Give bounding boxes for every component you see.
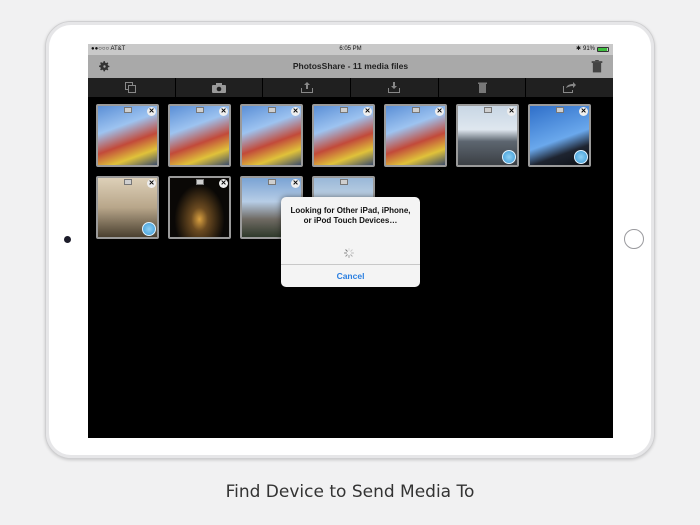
media-thumbnail[interactable]: ✕ bbox=[168, 176, 231, 239]
remove-icon[interactable]: ✕ bbox=[147, 179, 156, 188]
status-carrier: ●●○○○ AT&T bbox=[91, 46, 126, 52]
video-play-icon bbox=[502, 150, 516, 164]
remove-icon[interactable]: ✕ bbox=[507, 107, 516, 116]
video-badge-icon bbox=[484, 107, 492, 113]
trash-icon bbox=[477, 82, 487, 93]
remove-icon[interactable]: ✕ bbox=[363, 107, 372, 116]
bluetooth-icon: ✱ bbox=[575, 46, 581, 52]
spinner-icon bbox=[344, 248, 354, 258]
photo-badge-icon bbox=[268, 107, 276, 113]
download-icon bbox=[388, 82, 401, 93]
home-button[interactable] bbox=[624, 229, 644, 249]
media-thumbnail[interactable]: ✕ bbox=[168, 104, 231, 167]
photo-badge-icon bbox=[340, 179, 348, 185]
photo-badge-icon bbox=[196, 179, 204, 185]
status-bar: 6:05 PM ●●○○○ AT&T ✱ 91% bbox=[88, 44, 613, 55]
video-badge-icon bbox=[268, 179, 276, 185]
video-badge-icon bbox=[556, 107, 564, 113]
remove-icon[interactable]: ✕ bbox=[579, 107, 588, 116]
camera-icon bbox=[212, 82, 226, 93]
media-thumbnail[interactable]: ✕ bbox=[96, 176, 159, 239]
cancel-button[interactable]: Cancel bbox=[281, 265, 420, 287]
battery-percent: 91% bbox=[582, 46, 595, 52]
nav-bar: PhotosShare - 11 media files bbox=[88, 55, 613, 78]
front-camera bbox=[64, 236, 71, 243]
copy-button[interactable] bbox=[88, 78, 176, 97]
camera-button[interactable] bbox=[175, 78, 264, 97]
remove-icon[interactable]: ✕ bbox=[219, 179, 228, 188]
upload-button[interactable] bbox=[263, 78, 352, 97]
copy-icon bbox=[125, 82, 137, 93]
dialog-message: Looking for Other iPad, iPhone, or iPod … bbox=[290, 206, 411, 225]
video-play-icon bbox=[574, 150, 588, 164]
status-right: ✱ 91% bbox=[576, 44, 609, 55]
photo-badge-icon bbox=[340, 107, 348, 113]
caption: Find Device to Send Media To bbox=[225, 482, 475, 502]
trash-icon[interactable] bbox=[591, 60, 603, 73]
ipad-frame: 6:05 PM ●●○○○ AT&T ✱ 91% PhotosShare - 1… bbox=[45, 21, 655, 459]
media-thumbnail[interactable]: ✕ bbox=[456, 104, 519, 167]
remove-icon[interactable]: ✕ bbox=[219, 107, 228, 116]
action-toolbar bbox=[88, 78, 613, 97]
status-time: 6:05 PM bbox=[339, 46, 362, 52]
media-thumbnail[interactable]: ✕ bbox=[384, 104, 447, 167]
photo-badge-icon bbox=[412, 107, 420, 113]
media-thumbnail[interactable]: ✕ bbox=[240, 104, 303, 167]
upload-icon bbox=[300, 82, 313, 93]
searching-devices-dialog: Looking for Other iPad, iPhone, or iPod … bbox=[281, 197, 420, 287]
media-thumbnail[interactable]: ✕ bbox=[96, 104, 159, 167]
remove-icon[interactable]: ✕ bbox=[147, 107, 156, 116]
video-badge-icon bbox=[124, 179, 132, 185]
remove-icon[interactable]: ✕ bbox=[291, 179, 300, 188]
media-thumbnail[interactable]: ✕ bbox=[528, 104, 591, 167]
photo-badge-icon bbox=[196, 107, 204, 113]
delete-button[interactable] bbox=[438, 78, 527, 97]
photo-badge-icon bbox=[124, 107, 132, 113]
app-screen: 6:05 PM ●●○○○ AT&T ✱ 91% PhotosShare - 1… bbox=[88, 44, 613, 438]
share-icon bbox=[563, 82, 577, 93]
download-button[interactable] bbox=[351, 78, 439, 97]
share-button[interactable] bbox=[526, 78, 613, 97]
battery-icon bbox=[597, 47, 609, 52]
video-play-icon bbox=[142, 222, 156, 236]
nav-title: PhotosShare - 11 media files bbox=[292, 61, 409, 71]
media-thumbnail[interactable]: ✕ bbox=[312, 104, 375, 167]
remove-icon[interactable]: ✕ bbox=[435, 107, 444, 116]
remove-icon[interactable]: ✕ bbox=[291, 107, 300, 116]
